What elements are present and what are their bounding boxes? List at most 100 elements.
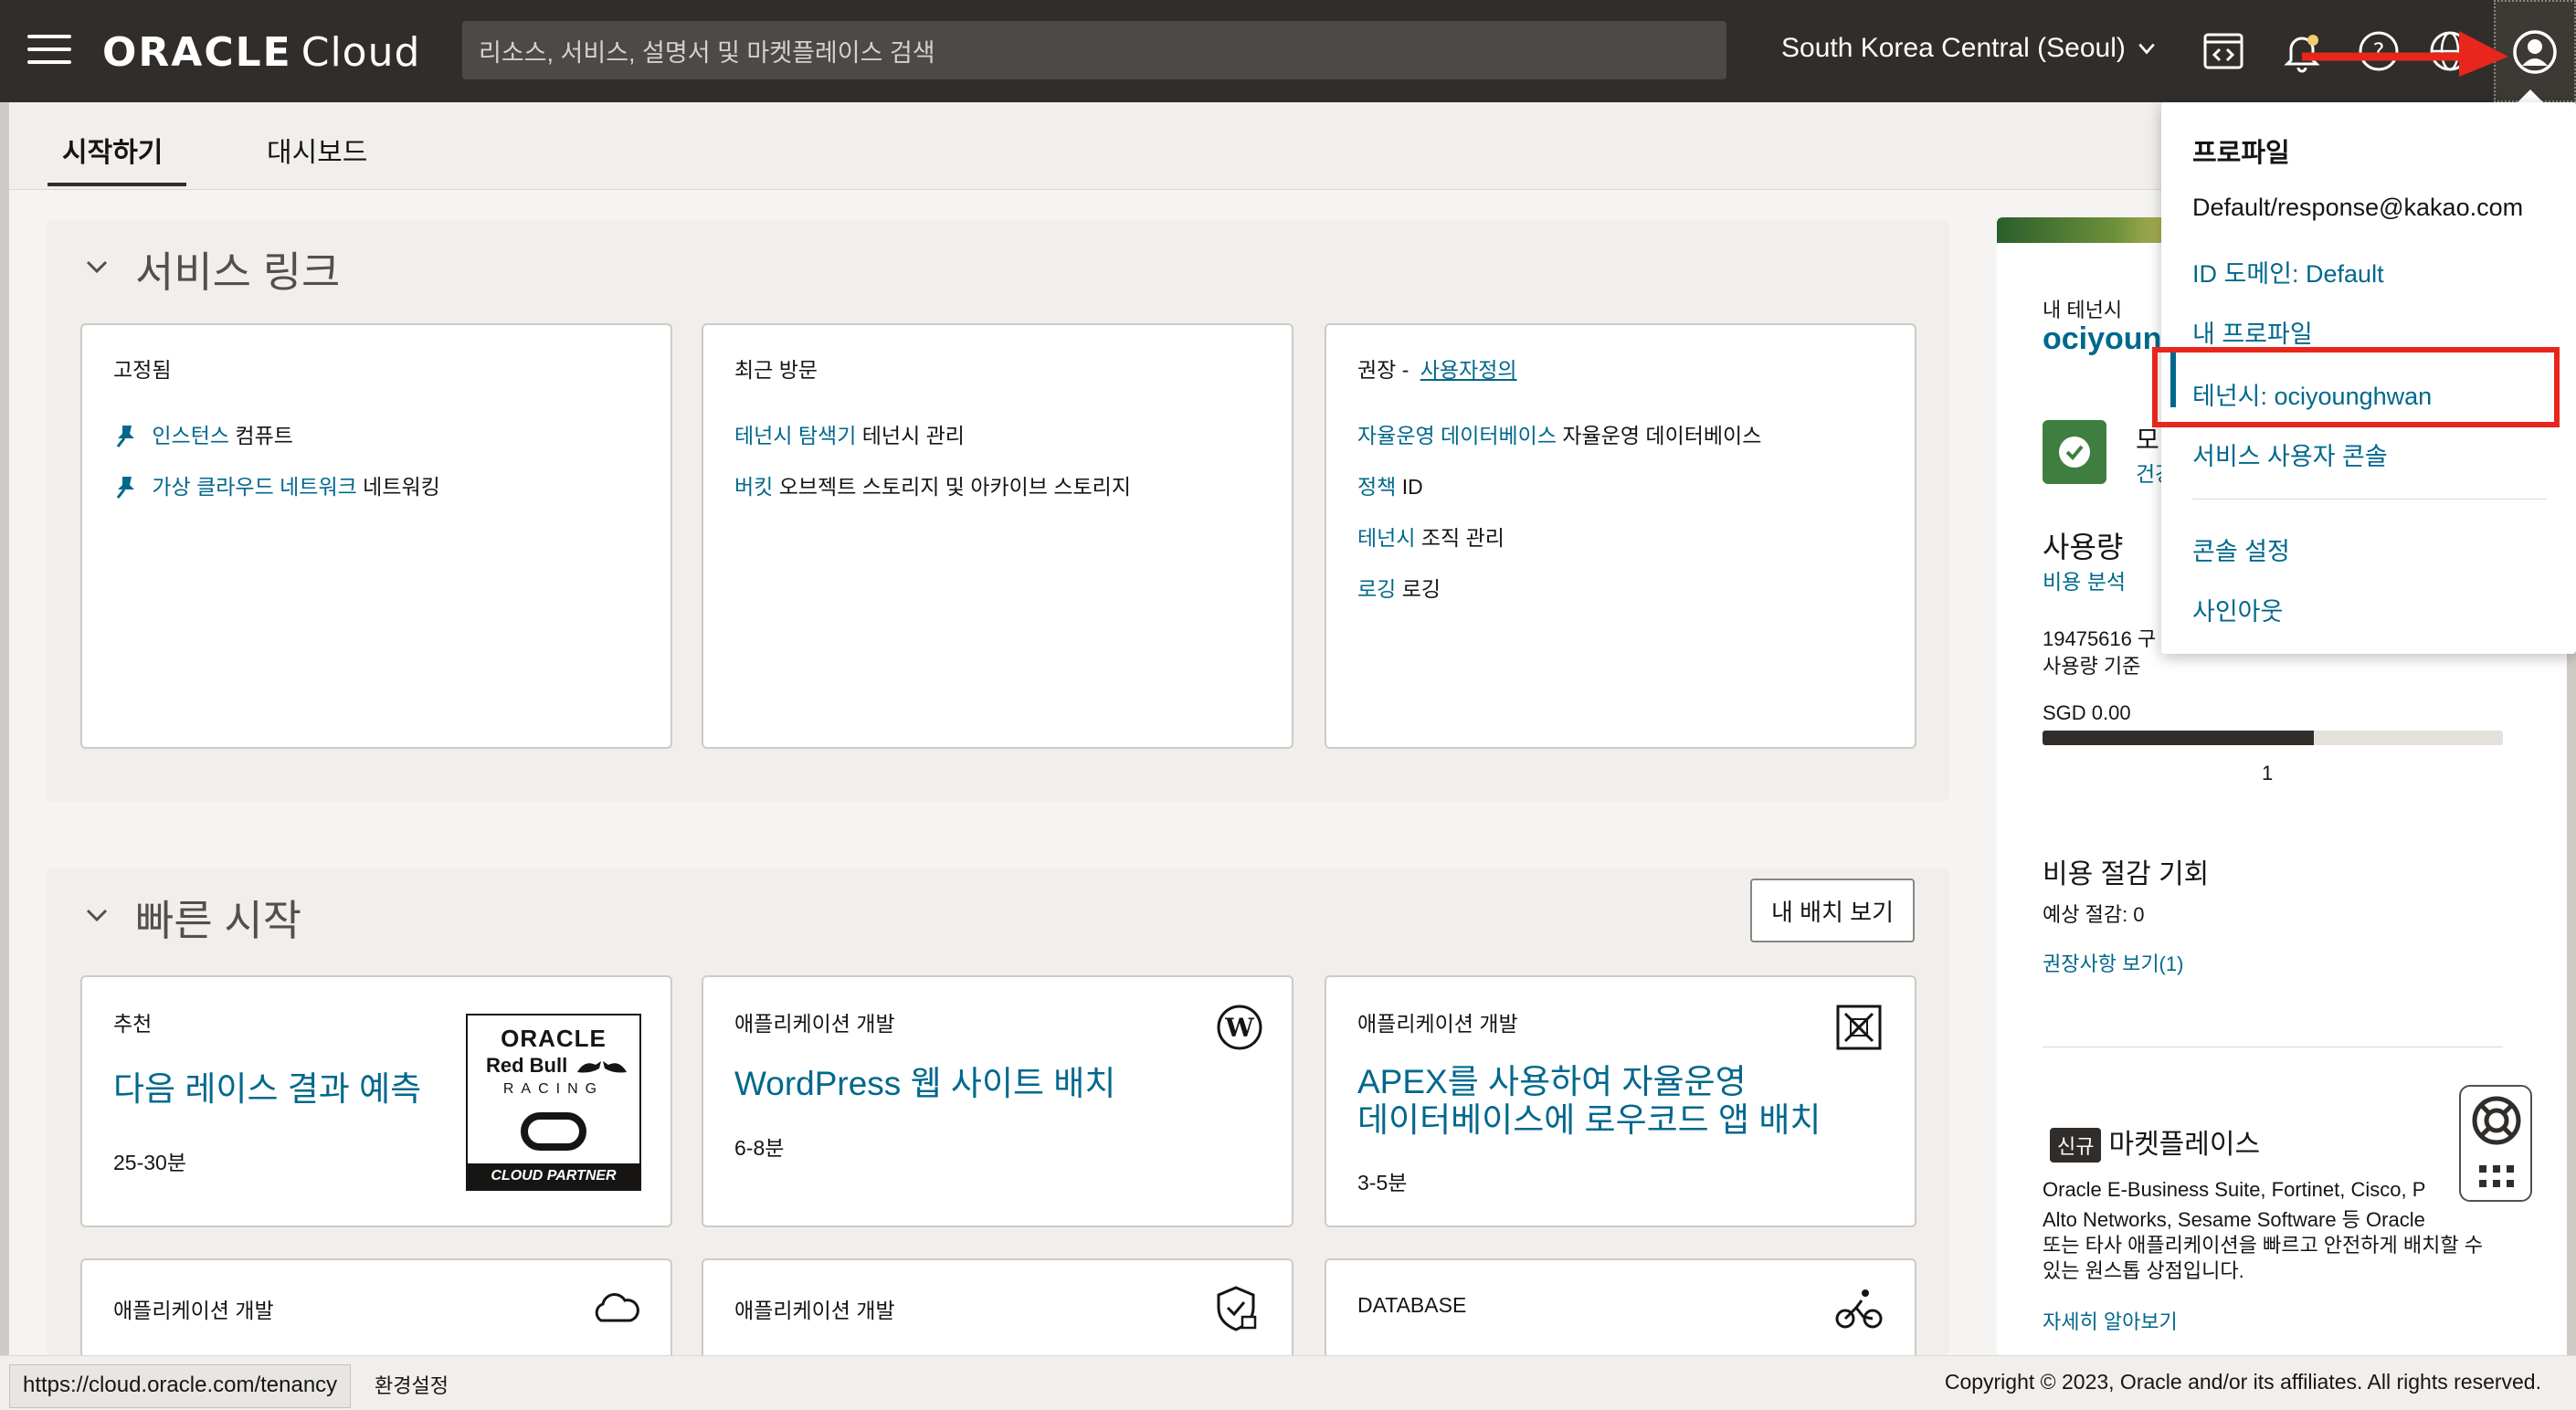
- pinned-item: 인스턴스 컴퓨트: [113, 418, 293, 449]
- marketplace-description-line: 있는 원스톱 상점입니다.: [2043, 1259, 2244, 1282]
- red-highlight-box: [2152, 347, 2560, 427]
- recommended-item: 로깅 로깅: [1357, 572, 1441, 603]
- recent-link-buckets[interactable]: 버킷: [734, 475, 773, 499]
- user-avatar-icon: [2513, 30, 2557, 74]
- collapse-chevron-icon[interactable]: [84, 902, 110, 928]
- card-category: DATABASE: [1357, 1293, 1467, 1317]
- help-support-widget[interactable]: [2459, 1085, 2532, 1202]
- collapse-chevron-icon[interactable]: [84, 254, 110, 279]
- recent-item-category: 오브젝트 스토리지 및 아카이브 스토리지: [778, 475, 1131, 499]
- view-my-deployments-button[interactable]: 내 배치 보기: [1750, 879, 1915, 942]
- customize-link[interactable]: 사용자정의: [1420, 358, 1517, 382]
- recent-item-category: 테넌시 관리: [861, 424, 965, 447]
- savings-estimate: 예상 절감: 0: [2043, 903, 2145, 926]
- recommended-link-autonomous-db[interactable]: 자율운영 데이터베이스: [1357, 424, 1557, 447]
- pinned-item-category: 네트워킹: [363, 475, 440, 499]
- tab-dashboard[interactable]: 대시보드: [267, 130, 367, 170]
- quick-start-card[interactable]: 애플리케이션 개발 WordPress 웹 사이트 배치 6-8분 W: [702, 975, 1293, 1227]
- profile-menu-title: 프로파일: [2192, 139, 2290, 168]
- card-category: 애플리케이션 개발: [734, 1299, 895, 1322]
- wordpress-icon: W: [1217, 1005, 1262, 1050]
- quick-start-card[interactable]: 애플리케이션 개발 APEX를 사용하여 자율운영 데이터베이스에 로우코드 앱…: [1325, 975, 1916, 1227]
- card-duration: 6-8분: [734, 1136, 785, 1160]
- footer-preferences-link[interactable]: 환경설정: [375, 1370, 449, 1399]
- bulls-icon: [577, 1061, 627, 1073]
- card-title[interactable]: WordPress 웹 사이트 배치: [734, 1065, 1115, 1103]
- pinned-link-instances[interactable]: 인스턴스: [152, 424, 229, 447]
- code-editor-icon[interactable]: [2196, 24, 2251, 79]
- grid-dots-icon: [2479, 1165, 2514, 1187]
- logo-text-racing: RACING: [502, 1081, 605, 1097]
- pin-icon[interactable]: [113, 474, 139, 500]
- search-placeholder: 리소스, 서비스, 설명서 및 마켓플레이스 검색: [479, 38, 935, 67]
- search-input[interactable]: 리소스, 서비스, 설명서 및 마켓플레이스 검색: [462, 21, 1726, 79]
- region-label: South Korea Central (Seoul): [1781, 33, 2126, 63]
- quick-start-card[interactable]: 추천 다음 레이스 결과 예측 25-30분 ORACLE Red Bull R…: [80, 975, 672, 1227]
- shield-lock-icon: [1217, 1286, 1257, 1331]
- menu-item-id-domain[interactable]: ID 도메인: Default: [2192, 254, 2384, 289]
- recommended-item: 정책 ID: [1357, 469, 1423, 500]
- oracle-o-icon: [521, 1112, 586, 1151]
- card-category: 애플리케이션 개발: [113, 1299, 274, 1322]
- card-title-line: APEX를 사용하여 자율운영: [1357, 1063, 1747, 1100]
- pinned-item-category: 컴퓨트: [235, 424, 293, 447]
- new-badge: 신규: [2050, 1128, 2102, 1163]
- hamburger-menu-icon[interactable]: [27, 35, 71, 68]
- logo-text-redbull: Red Bull: [486, 1054, 568, 1077]
- recent-item: 버킷 오브젝트 스토리지 및 아카이브 스토리지: [734, 469, 1131, 500]
- red-annotation-arrow: [2302, 31, 2508, 77]
- cyclist-icon: [1835, 1289, 1883, 1329]
- chevron-down-icon: [2138, 43, 2155, 55]
- tenancy-name-link[interactable]: ociyoun: [2043, 321, 2161, 357]
- region-selector[interactable]: South Korea Central (Seoul): [1781, 33, 2157, 64]
- recommended-link-logging[interactable]: 로깅: [1357, 577, 1396, 601]
- quick-start-title: 빠른 시작: [135, 897, 302, 944]
- tenancy-label: 내 테넌시: [2043, 299, 2123, 321]
- marketplace-heading-row: 신규 마켓플레이스: [2050, 1121, 2260, 1163]
- recommended-item: 테넌시 조직 관리: [1357, 521, 1504, 552]
- recent-heading: 최근 방문: [734, 358, 818, 382]
- recent-visits-card: 최근 방문 테넌시 탐색기 테넌시 관리 버킷 오브젝트 스토리지 및 아카이브…: [702, 323, 1293, 749]
- service-links-title: 서비스 링크: [135, 248, 341, 296]
- pin-icon[interactable]: [113, 423, 139, 448]
- card-title-line: 데이터베이스에 로우코드 앱 배치: [1357, 1101, 1821, 1139]
- pinned-heading: 고정됨: [113, 358, 172, 382]
- menu-item-my-profile[interactable]: 내 프로파일: [2192, 314, 2313, 350]
- card-duration: 3-5분: [1357, 1171, 1408, 1194]
- pinned-item: 가상 클라우드 네트워크 네트워킹: [113, 469, 440, 500]
- tab-getting-started[interactable]: 시작하기: [62, 130, 163, 170]
- marketplace-description-line: Oracle E-Business Suite, Fortinet, Cisco…: [2043, 1178, 2426, 1201]
- pinned-link-vcn[interactable]: 가상 클라우드 네트워크: [152, 475, 356, 499]
- recommended-link-policies[interactable]: 정책: [1357, 475, 1396, 499]
- marketplace-heading: 마켓플레이스: [2108, 1130, 2261, 1160]
- savings-heading: 비용 절감 기회: [2043, 859, 2210, 889]
- active-tab-indicator: [48, 183, 186, 186]
- usage-detail-line: 19475616 구: [2043, 627, 2157, 650]
- menu-item-service-user-console[interactable]: 서비스 사용자 콘솔: [2192, 437, 2388, 472]
- cloud-icon: [595, 1293, 639, 1322]
- recommended-item-category: ID: [1401, 475, 1423, 499]
- recommended-heading: 권장 - 사용자정의: [1357, 352, 1517, 384]
- usage-heading: 사용량: [2043, 531, 2124, 563]
- browser-status-url: https://cloud.oracle.com/tenancy: [9, 1364, 352, 1408]
- card-title[interactable]: APEX를 사용하여 자율운영 데이터베이스에 로우코드 앱 배치: [1357, 1063, 1821, 1140]
- cost-analysis-link[interactable]: 비용 분석: [2043, 564, 2126, 595]
- recent-link-tenancy-explorer[interactable]: 테넌시 탐색기: [734, 424, 856, 447]
- logo-text-oracle: ORACLE: [501, 1025, 607, 1052]
- recommended-link-tenancy[interactable]: 테넌시: [1357, 526, 1415, 550]
- learn-more-link[interactable]: 자세히 알아보기: [2043, 1306, 2178, 1335]
- copyright-text: Copyright © 2023, Oracle and/or its affi…: [1944, 1370, 2541, 1394]
- health-status-icon: [2043, 420, 2106, 484]
- oracle-cloud-logo[interactable]: ORACLE Cloud: [102, 29, 420, 76]
- menu-item-console-settings[interactable]: 콘솔 설정: [2192, 531, 2290, 567]
- top-navigation-bar: ORACLE Cloud 리소스, 서비스, 설명서 및 마켓플레이스 검색 So…: [0, 0, 2576, 102]
- menu-item-sign-out[interactable]: 사인아웃: [2192, 592, 2283, 627]
- profile-user-name: Default/response@kakao.com: [2192, 194, 2524, 221]
- view-recommendations-link[interactable]: 권장사항 보기(1): [2043, 948, 2183, 977]
- card-title[interactable]: 다음 레이스 결과 예측: [113, 1070, 421, 1109]
- recommended-item-category: 로깅: [1401, 577, 1441, 601]
- recommended-item: 자율운영 데이터베이스 자율운영 데이터베이스: [1357, 418, 1761, 449]
- card-duration: 25-30분: [113, 1151, 186, 1174]
- usage-progress-bar: [2043, 731, 2503, 745]
- recommended-item-category: 조직 관리: [1420, 526, 1504, 550]
